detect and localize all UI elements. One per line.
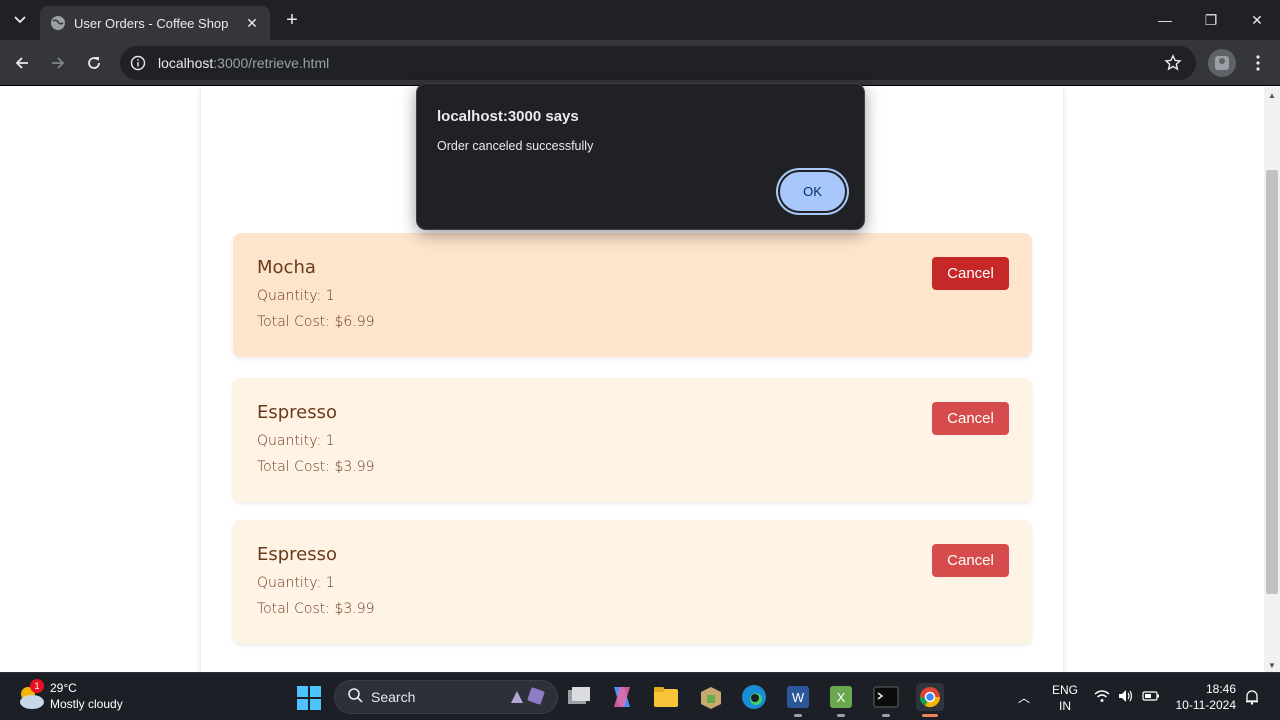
globe-icon: [50, 15, 66, 31]
package-app-icon[interactable]: [697, 683, 725, 711]
page-scrollbar[interactable]: ▲ ▼: [1264, 87, 1280, 672]
word-icon[interactable]: W: [784, 683, 812, 711]
weather-desc: Mostly cloudy: [50, 697, 123, 711]
excel-icon[interactable]: X: [827, 683, 855, 711]
tab-title: User Orders - Coffee Shop: [74, 15, 229, 31]
clock-date: 10-11-2024: [1175, 698, 1237, 712]
dialog-message: Order canceled successfully: [437, 139, 594, 153]
weather-temp: 29°C: [50, 681, 77, 695]
cancel-button[interactable]: Cancel: [932, 402, 1009, 435]
file-explorer-icon[interactable]: [652, 683, 680, 711]
active-indicator: [922, 714, 938, 717]
plus-icon[interactable]: +: [282, 10, 302, 30]
language-indicator[interactable]: ENG IN: [1052, 682, 1078, 714]
chevron-up-icon[interactable]: ︿: [1018, 689, 1030, 706]
order-name: Espresso: [257, 544, 338, 565]
forward-icon[interactable]: [47, 52, 69, 74]
dialog-title: localhost:3000 says: [437, 108, 579, 125]
site-info-icon[interactable]: [130, 55, 146, 71]
order-name: Espresso: [257, 402, 338, 423]
copilot-icon[interactable]: [608, 683, 636, 711]
system-clock[interactable]: 18:46 10-11-2024: [1172, 681, 1237, 713]
wifi-icon: [1094, 689, 1110, 708]
order-card: Espresso Quantity: 1 Total Cost: $3.99 C…: [233, 378, 1032, 502]
window-controls: — ❐ ✕: [1142, 0, 1280, 40]
order-total: Total Cost: $6.99: [257, 314, 375, 330]
clock-time: 18:46: [1205, 682, 1236, 696]
minimize-icon[interactable]: —: [1142, 0, 1188, 40]
cancel-button[interactable]: Cancel: [932, 544, 1009, 577]
tab-search-icon[interactable]: [10, 10, 30, 30]
dialog-ok-button[interactable]: OK: [780, 172, 845, 211]
order-total: Total Cost: $3.99: [257, 459, 375, 475]
lang-top: ENG: [1052, 683, 1079, 697]
close-icon[interactable]: ✕: [244, 15, 260, 32]
weather-badge: 1: [30, 679, 44, 693]
notification-bell-icon[interactable]: [1245, 689, 1259, 710]
cancel-button[interactable]: Cancel: [932, 257, 1009, 290]
order-card: Mocha Quantity: 1 Total Cost: $6.99 Canc…: [233, 233, 1032, 357]
close-window-icon[interactable]: ✕: [1234, 0, 1280, 40]
profile-icon[interactable]: [1208, 49, 1236, 77]
order-quantity: Quantity: 1: [257, 433, 335, 449]
address-bar[interactable]: localhost:3000/retrieve.html: [120, 46, 1196, 80]
taskbar-search[interactable]: Search: [334, 680, 558, 714]
lang-bottom: IN: [1059, 699, 1071, 713]
search-label: Search: [371, 689, 416, 705]
task-view-icon[interactable]: [565, 683, 593, 711]
order-total: Total Cost: $3.99: [257, 601, 375, 617]
svg-text:X: X: [837, 690, 846, 705]
running-indicator: [882, 714, 890, 717]
terminal-icon[interactable]: [872, 683, 900, 711]
svg-text:W: W: [792, 690, 805, 705]
reload-icon[interactable]: [83, 52, 105, 74]
browser-toolbar: localhost:3000/retrieve.html: [0, 40, 1280, 86]
battery-icon: [1142, 689, 1160, 708]
scroll-up-arrow-icon[interactable]: ▲: [1268, 91, 1276, 100]
weather-widget[interactable]: 1 29°C Mostly cloudy: [16, 679, 166, 715]
order-card: Espresso Quantity: 1 Total Cost: $3.99 C…: [233, 520, 1032, 644]
back-icon[interactable]: [11, 52, 33, 74]
search-highlight-icon: [507, 685, 547, 710]
maximize-icon[interactable]: ❐: [1188, 0, 1234, 40]
order-quantity: Quantity: 1: [257, 288, 335, 304]
running-indicator: [837, 714, 845, 717]
windows-start-icon[interactable]: [296, 685, 322, 711]
url-host: localhost: [158, 55, 214, 71]
scroll-thumb[interactable]: [1266, 170, 1278, 594]
volume-icon: [1118, 689, 1134, 708]
chrome-icon[interactable]: [916, 683, 944, 711]
search-icon: [347, 687, 363, 708]
kebab-menu-icon[interactable]: [1248, 52, 1268, 74]
alert-dialog: localhost:3000 says Order canceled succe…: [416, 83, 865, 230]
star-icon[interactable]: [1164, 54, 1182, 77]
windows-taskbar: 1 29°C Mostly cloudy Search W X ︿ ENG IN…: [0, 672, 1280, 720]
browser-tab-bar: User Orders - Coffee Shop ✕ + — ❐ ✕: [0, 0, 1280, 40]
scroll-down-arrow-icon[interactable]: ▼: [1268, 661, 1276, 670]
url-path: :3000/retrieve.html: [213, 55, 330, 71]
system-tray[interactable]: [1094, 689, 1160, 708]
order-name: Mocha: [257, 257, 316, 278]
running-indicator: [794, 714, 802, 717]
edge-icon[interactable]: [740, 683, 768, 711]
browser-tab[interactable]: User Orders - Coffee Shop ✕: [40, 6, 270, 40]
order-quantity: Quantity: 1: [257, 575, 335, 591]
